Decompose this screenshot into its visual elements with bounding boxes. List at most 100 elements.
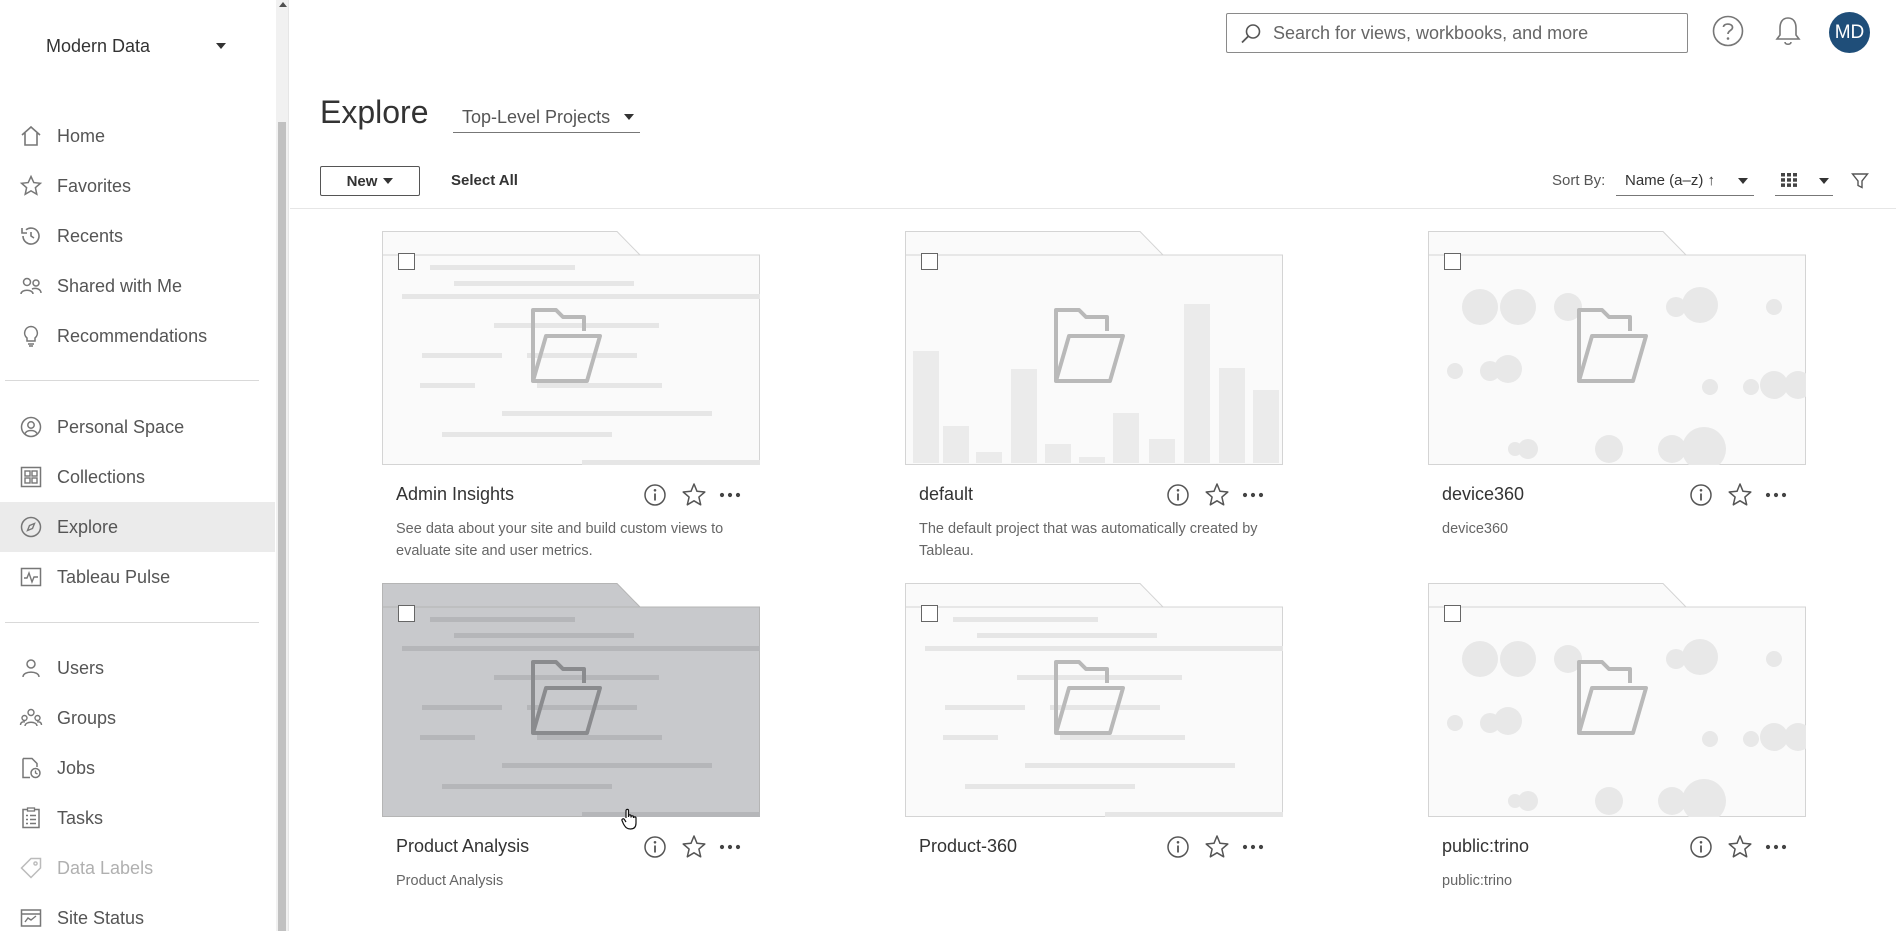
card-title[interactable]: default: [919, 484, 973, 505]
favorite-star-icon[interactable]: [1203, 481, 1231, 509]
card-description: The default project that was automatical…: [919, 521, 1258, 559]
status-icon: [20, 909, 42, 927]
card-checkbox[interactable]: [921, 605, 938, 622]
card-title[interactable]: device360: [1442, 484, 1524, 505]
sidebar-item-home[interactable]: Home: [0, 111, 275, 161]
sidebar-item-label: Data Labels: [57, 857, 154, 878]
sidebar-item-site-status[interactable]: Site Status: [0, 893, 275, 943]
user-icon: [22, 659, 40, 678]
card-title[interactable]: Product-360: [919, 836, 1017, 857]
project-thumbnail[interactable]: [382, 583, 760, 817]
info-icon[interactable]: [1689, 835, 1713, 859]
tag-icon: [20, 857, 42, 879]
card-title[interactable]: Admin Insights: [396, 484, 514, 505]
info-icon[interactable]: [1166, 483, 1190, 507]
card-description: See data about your site and build custo…: [396, 521, 724, 559]
more-actions-icon[interactable]: [718, 841, 742, 853]
sidebar-item-recommendations[interactable]: Recommendations: [0, 311, 275, 361]
sidebar-item-label: Recommendations: [57, 325, 208, 346]
site-switcher[interactable]: Modern Data: [46, 33, 226, 59]
sidebar-item-data-labels[interactable]: Data Labels: [0, 843, 275, 893]
project-card[interactable]: public:trino public:trino: [1428, 583, 1848, 923]
sidebar-item-tableau-pulse[interactable]: Tableau Pulse: [0, 552, 275, 602]
scope-dropdown[interactable]: Top-Level Projects: [453, 104, 640, 133]
card-checkbox[interactable]: [398, 253, 415, 270]
project-card[interactable]: Product-360: [905, 583, 1325, 923]
project-thumbnail[interactable]: [382, 231, 760, 465]
more-actions-icon[interactable]: [1241, 489, 1265, 501]
favorite-star-icon[interactable]: [1726, 481, 1754, 509]
nav-divider: [5, 622, 259, 623]
favorite-star-icon[interactable]: [1203, 833, 1231, 861]
card-checkbox[interactable]: [1444, 605, 1461, 622]
filter-icon[interactable]: [1851, 172, 1869, 190]
card-description: public:trino: [1442, 873, 1513, 889]
project-thumbnail[interactable]: [1428, 231, 1806, 465]
info-icon[interactable]: [643, 483, 667, 507]
project-card[interactable]: Admin Insights See data about your site a…: [382, 231, 802, 571]
project-thumbnail[interactable]: [1428, 583, 1806, 817]
project-thumbnail[interactable]: [905, 231, 1283, 465]
history-icon: [21, 227, 40, 245]
sidebar-item-tasks[interactable]: Tasks: [0, 793, 275, 843]
sort-by-label: Sort By:: [1552, 172, 1606, 189]
new-button[interactable]: New: [320, 166, 420, 196]
search-box[interactable]: [1226, 13, 1688, 53]
select-all-button[interactable]: Select All: [451, 172, 518, 189]
favorite-star-icon[interactable]: [680, 481, 708, 509]
card-checkbox[interactable]: [1444, 253, 1461, 270]
view-mode-dropdown[interactable]: [1775, 165, 1833, 196]
sidebar-item-recents[interactable]: Recents: [0, 211, 275, 261]
sidebar-item-personal-space[interactable]: Personal Space: [0, 402, 275, 452]
sidebar-item-collections[interactable]: Collections: [0, 452, 275, 502]
more-actions-icon[interactable]: [718, 489, 742, 501]
chevron-down-icon: [624, 114, 634, 120]
sidebar-item-label: Collections: [57, 466, 146, 487]
project-card[interactable]: device360 device360: [1428, 231, 1848, 571]
sidebar-item-groups[interactable]: Groups: [0, 693, 275, 743]
card-description: Product Analysis: [396, 873, 504, 889]
card-title[interactable]: Product Analysis: [396, 836, 529, 857]
chevron-down-icon: [216, 43, 226, 49]
more-actions-icon[interactable]: [1241, 841, 1265, 853]
notification-bell-icon[interactable]: [1771, 14, 1805, 48]
pulse-icon: [20, 567, 42, 587]
scroll-up-arrow-icon[interactable]: [279, 2, 287, 7]
sidebar-item-label: Tableau Pulse: [57, 566, 171, 587]
compass-icon: [20, 516, 42, 538]
info-icon[interactable]: [1689, 483, 1713, 507]
project-card[interactable]: default The default project that was auto…: [905, 231, 1325, 571]
sidebar-scrollbar[interactable]: [276, 0, 288, 931]
more-actions-icon[interactable]: [1764, 841, 1788, 853]
sidebar-item-favorites[interactable]: Favorites: [0, 161, 275, 211]
scrollbar-thumb[interactable]: [278, 122, 286, 931]
favorite-star-icon[interactable]: [1726, 833, 1754, 861]
info-icon[interactable]: [1166, 835, 1190, 859]
grid-view-icon: [1781, 173, 1797, 187]
scope-dropdown-value: Top-Level Projects: [462, 107, 611, 127]
avatar[interactable]: MD: [1829, 12, 1870, 53]
toolbar-divider: [290, 208, 1896, 209]
sidebar-item-label: Tasks: [57, 807, 104, 828]
sort-dropdown[interactable]: Name (a–z) ↑: [1616, 165, 1754, 196]
card-checkbox[interactable]: [398, 605, 415, 622]
favorite-star-icon[interactable]: [680, 833, 708, 861]
info-icon[interactable]: [643, 835, 667, 859]
lightbulb-icon: [23, 325, 39, 347]
search-input[interactable]: [1273, 20, 1673, 46]
sidebar-item-users[interactable]: Users: [0, 643, 275, 693]
clipboard-icon: [22, 807, 40, 829]
sidebar-item-shared-with-me[interactable]: Shared with Me: [0, 261, 275, 311]
group-icon: [19, 708, 43, 727]
card-title[interactable]: public:trino: [1442, 836, 1529, 857]
sidebar-item-label: Recents: [57, 225, 124, 246]
more-actions-icon[interactable]: [1764, 489, 1788, 501]
project-thumbnail[interactable]: [905, 583, 1283, 817]
page-title: Explore: [320, 94, 429, 130]
project-card[interactable]: Product Analysis Product Analysis: [382, 583, 802, 923]
card-checkbox[interactable]: [921, 253, 938, 270]
sidebar-item-explore[interactable]: Explore: [0, 502, 275, 552]
help-icon[interactable]: [1711, 14, 1745, 48]
sidebar-item-jobs[interactable]: Jobs: [0, 743, 275, 793]
sidebar-item-label: Personal Space: [57, 416, 185, 437]
